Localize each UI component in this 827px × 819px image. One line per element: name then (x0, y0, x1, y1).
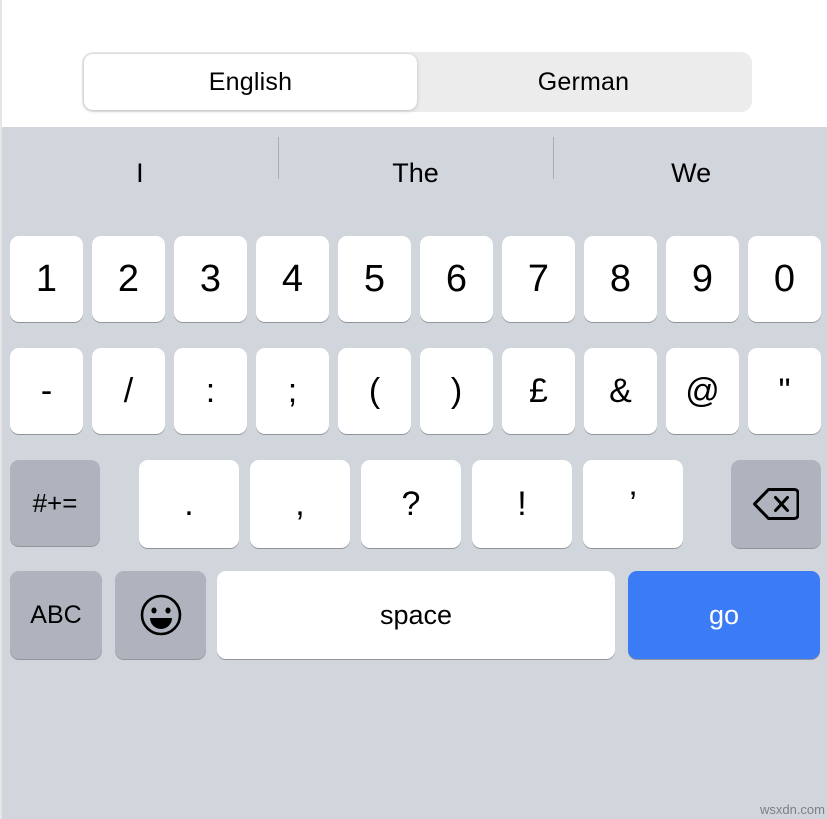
key-pound-sterling[interactable]: £ (502, 348, 575, 434)
keyboard: I The We 1 2 3 4 5 6 7 8 9 0 - / : ; ( )… (2, 127, 827, 819)
key-row-symbols: - / : ; ( ) £ & @ " (10, 348, 821, 434)
key-hyphen[interactable]: - (10, 348, 83, 434)
key-3[interactable]: 3 (174, 236, 247, 322)
backspace-icon (753, 486, 799, 522)
watermark: wsxdn.com (759, 802, 825, 817)
key-apostrophe[interactable]: ’ (583, 460, 683, 548)
key-6[interactable]: 6 (420, 236, 493, 322)
key-question-mark[interactable]: ? (361, 460, 461, 548)
key-8[interactable]: 8 (584, 236, 657, 322)
key-2[interactable]: 2 (92, 236, 165, 322)
key-0[interactable]: 0 (748, 236, 821, 322)
suggestion-item-3[interactable]: We (553, 136, 827, 189)
suggestion-bar: I The We (2, 127, 827, 219)
key-at-sign[interactable]: @ (666, 348, 739, 434)
key-slash[interactable]: / (92, 348, 165, 434)
key-5[interactable]: 5 (338, 236, 411, 322)
segment-german[interactable]: German (417, 54, 750, 110)
key-period[interactable]: . (139, 460, 239, 548)
key-1[interactable]: 1 (10, 236, 83, 322)
key-left-paren[interactable]: ( (338, 348, 411, 434)
key-space[interactable]: space (217, 571, 615, 659)
key-4[interactable]: 4 (256, 236, 329, 322)
key-emoji[interactable] (115, 571, 206, 659)
language-segmented-control[interactable]: English German (82, 52, 752, 112)
phone-screen: English German I The We 1 2 3 4 5 6 7 8 … (0, 0, 827, 819)
key-semicolon[interactable]: ; (256, 348, 329, 434)
suggestion-item-1[interactable]: I (2, 158, 278, 189)
key-ampersand[interactable]: & (584, 348, 657, 434)
suggestion-item-2[interactable]: The (277, 136, 554, 189)
key-abc[interactable]: ABC (10, 571, 102, 659)
key-comma[interactable]: , (250, 460, 350, 548)
key-9[interactable]: 9 (666, 236, 739, 322)
smiley-face-icon (139, 593, 183, 637)
key-colon[interactable]: : (174, 348, 247, 434)
key-double-quote[interactable]: " (748, 348, 821, 434)
key-right-paren[interactable]: ) (420, 348, 493, 434)
key-row-punctuation: #+= . , ? ! ’ (10, 460, 821, 548)
key-exclamation-mark[interactable]: ! (472, 460, 572, 548)
top-bar: English German (2, 0, 827, 127)
key-go[interactable]: go (628, 571, 820, 659)
key-row-numbers: 1 2 3 4 5 6 7 8 9 0 (10, 236, 821, 322)
key-7[interactable]: 7 (502, 236, 575, 322)
key-symbols-toggle[interactable]: #+= (10, 460, 100, 546)
key-backspace[interactable] (731, 460, 821, 548)
segment-english[interactable]: English (84, 54, 417, 110)
key-row-bottom: ABC space go (10, 571, 821, 659)
punctuation-group: . , ? ! ’ (139, 460, 694, 548)
